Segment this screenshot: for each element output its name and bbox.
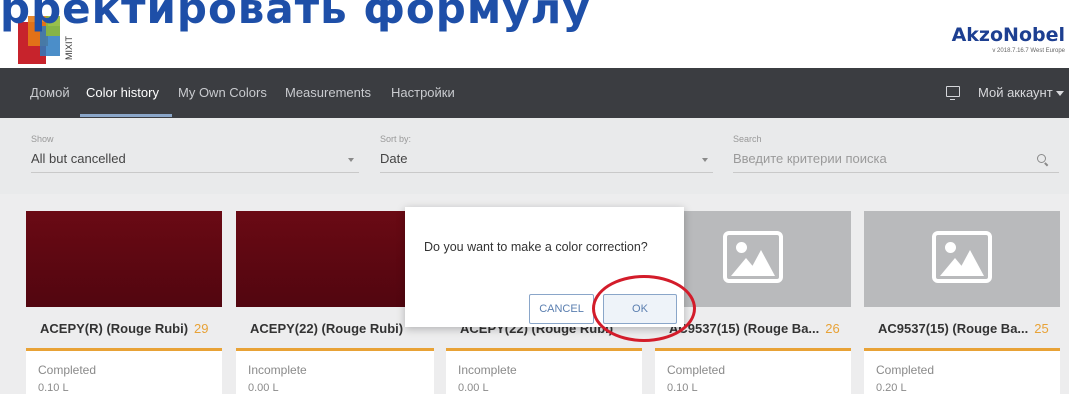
search-underline <box>733 172 1059 173</box>
nav-item-color-history[interactable]: Color history <box>86 68 159 118</box>
logo-text: MIXIT <box>64 35 74 60</box>
card-count: 25 <box>1034 321 1049 336</box>
card-status: Completed <box>667 363 726 377</box>
card-volume: 0.00 L <box>248 382 279 394</box>
show-filter-select[interactable]: All but cancelled <box>31 151 126 166</box>
card-volume: 0.10 L <box>38 382 69 394</box>
color-swatch-placeholder <box>864 211 1060 307</box>
sort-dropdown-arrow-icon[interactable] <box>702 158 708 162</box>
monitor-icon[interactable] <box>946 86 960 100</box>
show-filter-underline <box>31 172 359 173</box>
search-icon[interactable] <box>1037 154 1046 163</box>
card-volume: 0.20 L <box>876 382 907 394</box>
card-title: ACEPY(22) (Rouge Rubi) <box>250 321 404 336</box>
dialog-message: Do you want to make a color correction? <box>424 240 648 254</box>
color-card[interactable]: AC9537(15) (Rouge Ba... 25 Completed 0.20… <box>864 211 1060 394</box>
card-status: Incomplete <box>248 363 307 377</box>
search-input[interactable]: Введите критерии поиска <box>733 151 887 166</box>
highlight-annotation <box>592 275 696 342</box>
card-count: 26 <box>825 321 840 336</box>
card-count: 29 <box>194 321 209 336</box>
active-tab-indicator <box>80 114 172 117</box>
app-header: MIXIT рректировать формулу AkzoNobel v 2… <box>0 0 1069 68</box>
brand-name: AkzoNobel <box>951 24 1065 46</box>
nav-item-my-own-colors[interactable]: My Own Colors <box>178 68 267 118</box>
card-volume: 0.10 L <box>667 382 698 394</box>
card-status: Completed <box>876 363 935 377</box>
sort-select[interactable]: Date <box>380 151 407 166</box>
sort-underline <box>380 172 713 173</box>
card-title: AC9537(15) (Rouge Ba... 26 <box>669 321 840 336</box>
account-label: Мой аккаунт <box>978 85 1053 100</box>
card-title: ACEPY(R) (Rouge Rubi) 29 <box>40 321 209 336</box>
nav-item-home[interactable]: Домой <box>30 68 70 118</box>
nav-item-settings[interactable]: Настройки <box>391 68 455 118</box>
app-version: v 2018.7.16.7 West Europe <box>992 48 1065 54</box>
image-placeholder-icon <box>932 231 992 283</box>
card-volume: 0.00 L <box>458 382 489 394</box>
color-swatch <box>26 211 222 307</box>
card-title-row: AC9537(15) (Rouge Ba... 25 <box>864 307 1060 351</box>
image-placeholder-icon <box>723 231 783 283</box>
filter-bar: Show All but cancelled Sort by: Date Sea… <box>0 118 1069 194</box>
sort-label: Sort by: <box>380 134 412 144</box>
search-label: Search <box>733 134 762 144</box>
main-nav: Домой Color history My Own Colors Measur… <box>0 68 1069 118</box>
show-filter-label: Show <box>31 134 54 144</box>
card-title-row: ACEPY(R) (Rouge Rubi) 29 <box>26 307 222 351</box>
chevron-down-icon <box>1055 91 1064 97</box>
show-dropdown-arrow-icon[interactable] <box>348 158 354 162</box>
overlay-title: рректировать формулу <box>0 0 591 33</box>
card-status: Incomplete <box>458 363 517 377</box>
card-status: Completed <box>38 363 97 377</box>
nav-item-measurements[interactable]: Measurements <box>285 68 371 118</box>
account-menu[interactable]: Мой аккаунт <box>978 68 1064 118</box>
brand-block: AkzoNobel v 2018.7.16.7 West Europe <box>952 24 1065 54</box>
color-card[interactable]: ACEPY(R) (Rouge Rubi) 29 Completed 0.10 L <box>26 211 222 394</box>
cancel-button[interactable]: CANCEL <box>529 294 594 324</box>
card-title: AC9537(15) (Rouge Ba... 25 <box>878 321 1049 336</box>
